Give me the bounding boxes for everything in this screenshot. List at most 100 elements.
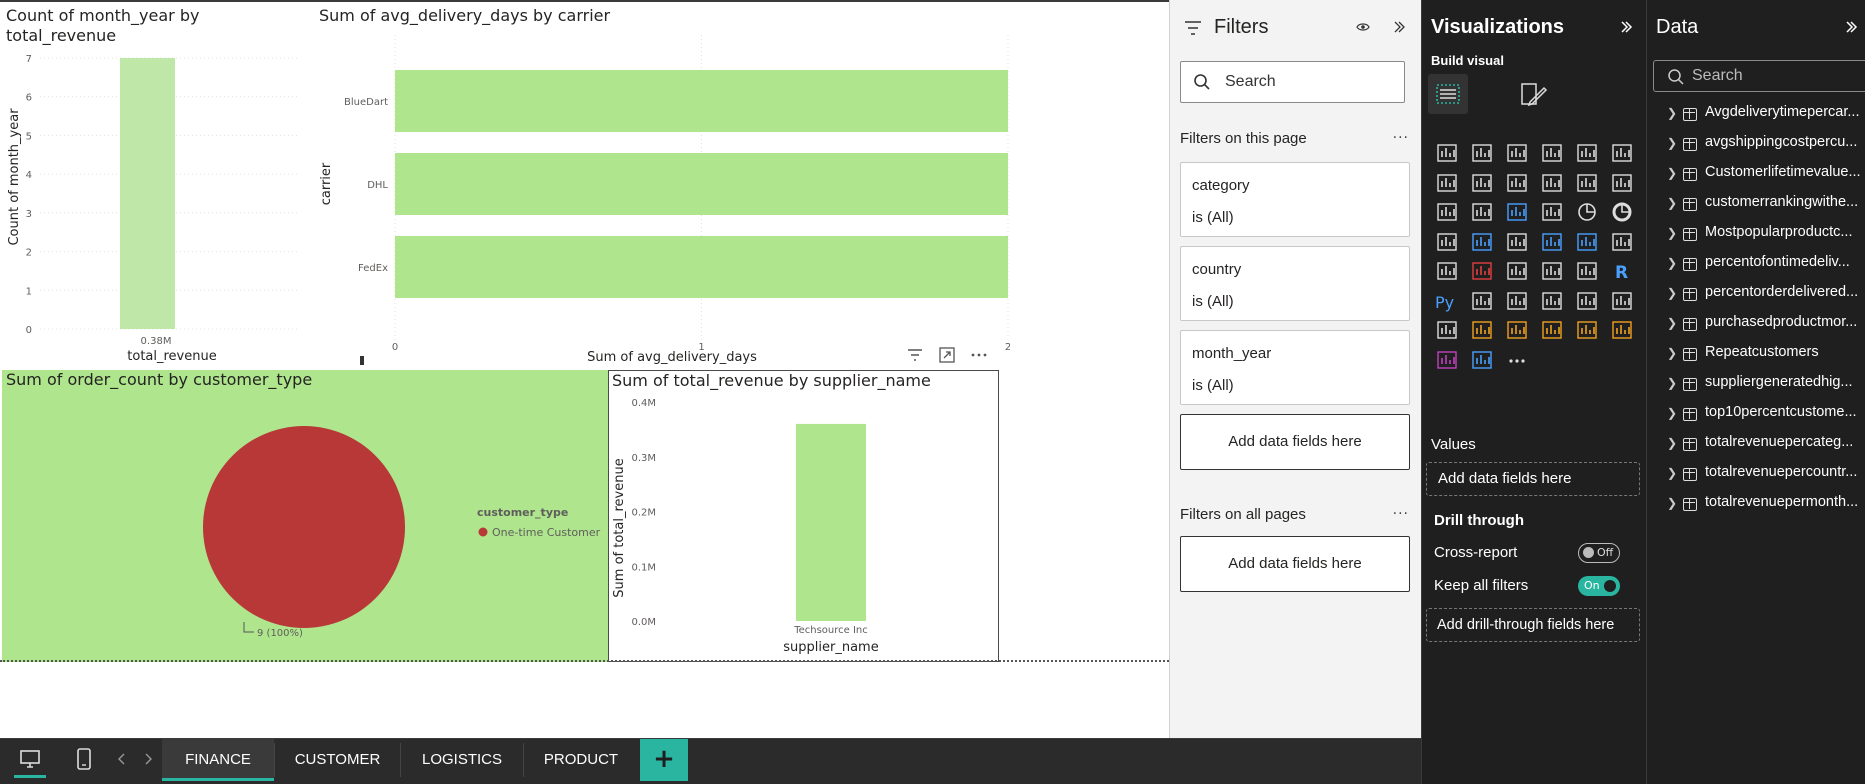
- area-chart-icon[interactable]: [1469, 170, 1495, 196]
- stacked-area-icon[interactable]: [1504, 170, 1530, 196]
- python-visual-icon[interactable]: Py: [1434, 288, 1460, 314]
- data-table-item[interactable]: ❯ avgshippingcostpercu...: [1647, 130, 1865, 160]
- tab-logistics[interactable]: LOGISTICS: [401, 739, 523, 781]
- filter-card-month-year[interactable]: month_year is (All): [1180, 330, 1410, 405]
- visual2-bar[interactable]: [395, 153, 1008, 215]
- focus-mode-icon[interactable]: [938, 346, 956, 364]
- visual2-bar[interactable]: [395, 70, 1008, 132]
- 100-percent-column-icon[interactable]: [1609, 140, 1635, 166]
- visual2-bar[interactable]: [395, 236, 1008, 298]
- slicer-icon[interactable]: [1504, 258, 1530, 284]
- tab-finance[interactable]: FINANCE: [162, 739, 274, 781]
- more-options-icon[interactable]: ···: [1393, 506, 1409, 522]
- map-icon[interactable]: [1469, 229, 1495, 255]
- values-dropzone[interactable]: Add data fields here: [1426, 462, 1640, 496]
- card-icon[interactable]: [1609, 229, 1635, 255]
- pie-chart-icon[interactable]: [1574, 199, 1600, 225]
- add-all-pages-filter-dropzone[interactable]: Add data fields here: [1180, 536, 1410, 592]
- filter-icon[interactable]: [906, 346, 924, 364]
- goals-icon[interactable]: [1609, 288, 1635, 314]
- data-table-item[interactable]: ❯ totalrevenuepercateg...: [1647, 430, 1865, 460]
- resize-handle[interactable]: [360, 356, 364, 365]
- more-visuals-icon[interactable]: [1504, 347, 1530, 373]
- visual4-bar[interactable]: [796, 423, 866, 621]
- funnel-chart-icon[interactable]: [1504, 199, 1530, 225]
- power-apps-icon[interactable]: [1469, 317, 1495, 343]
- filters-search-input[interactable]: Search: [1180, 61, 1405, 103]
- chevron-right-icon[interactable]: ❯: [1667, 496, 1677, 510]
- clustered-bar-chart-icon[interactable]: [1504, 140, 1530, 166]
- chevron-right-icon[interactable]: ❯: [1667, 346, 1677, 360]
- data-table-item[interactable]: ❯ percentofontimedeliv...: [1647, 250, 1865, 280]
- filter-card-category[interactable]: category is (All): [1180, 162, 1410, 237]
- r-visual-icon[interactable]: R: [1609, 258, 1635, 284]
- azure-map-icon[interactable]: [1539, 229, 1565, 255]
- data-table-item[interactable]: ❯ Mostpopularproductc...: [1647, 220, 1865, 250]
- donut-chart-icon[interactable]: [1609, 199, 1635, 225]
- collapse-pane-icon[interactable]: [1619, 20, 1633, 34]
- chevron-right-icon[interactable]: ❯: [1667, 166, 1677, 180]
- gauge-icon[interactable]: [1574, 229, 1600, 255]
- power-automate-icon[interactable]: [1504, 317, 1530, 343]
- smart-narrative-icon[interactable]: [1574, 288, 1600, 314]
- line-chart-icon[interactable]: [1434, 170, 1460, 196]
- data-table-item[interactable]: ❯ percentorderdelivered...: [1647, 280, 1865, 310]
- data-table-item[interactable]: ❯ purchasedproductmor...: [1647, 310, 1865, 340]
- chevron-right-icon[interactable]: ❯: [1667, 376, 1677, 390]
- chevron-right-icon[interactable]: ❯: [1667, 196, 1677, 210]
- key-influencers-icon[interactable]: [1469, 288, 1495, 314]
- table-icon[interactable]: [1539, 258, 1565, 284]
- data-table-item[interactable]: ❯ Customerlifetimevalue...: [1647, 160, 1865, 190]
- chevron-right-icon[interactable]: ❯: [1667, 226, 1677, 240]
- stacked-bar-chart-icon[interactable]: [1434, 140, 1460, 166]
- visual3-panel[interactable]: Sum of order_count by customer_type 9 (1…: [2, 370, 610, 662]
- scroll-right-icon[interactable]: [142, 752, 154, 766]
- filled-map-icon[interactable]: [1504, 229, 1530, 255]
- visual3-legend-item[interactable]: One-time Customer: [492, 526, 601, 539]
- add-page-button[interactable]: +: [640, 739, 688, 781]
- data-table-item[interactable]: ❯ totalrevenuepercountr...: [1647, 460, 1865, 490]
- treemap-icon[interactable]: [1434, 229, 1460, 255]
- custom-visual-1-icon[interactable]: [1539, 317, 1565, 343]
- scatter-chart-icon[interactable]: [1539, 199, 1565, 225]
- visual3-slice[interactable]: [203, 426, 405, 628]
- build-visual-tab[interactable]: [1428, 74, 1468, 114]
- filter-card-country[interactable]: country is (All): [1180, 246, 1410, 321]
- data-table-item[interactable]: ❯ customerrankingwithe...: [1647, 190, 1865, 220]
- data-table-item[interactable]: ❯ suppliergeneratedhig...: [1647, 370, 1865, 400]
- mobile-view-icon[interactable]: [74, 746, 94, 772]
- data-table-item[interactable]: ❯ Repeatcustomers: [1647, 340, 1865, 370]
- kpi-icon[interactable]: [1469, 258, 1495, 284]
- 100-percent-bar-icon[interactable]: [1574, 140, 1600, 166]
- collapse-pane-icon[interactable]: [1392, 20, 1406, 34]
- format-visual-icon[interactable]: [1518, 80, 1548, 110]
- keep-filters-toggle[interactable]: On: [1578, 576, 1620, 596]
- visual4-chart[interactable]: Sum of total_revenue 0.0M 0.1M 0.2M 0.3M 0.4…: [609, 371, 998, 661]
- paginated-report-icon[interactable]: [1434, 317, 1460, 343]
- cross-report-toggle[interactable]: Off: [1578, 543, 1620, 563]
- power-bi-icon[interactable]: [1469, 347, 1495, 373]
- more-options-icon[interactable]: [970, 346, 988, 364]
- stacked-column-chart-icon[interactable]: [1469, 140, 1495, 166]
- more-options-icon[interactable]: ···: [1393, 130, 1409, 146]
- chevron-right-icon[interactable]: ❯: [1667, 436, 1677, 450]
- tab-customer[interactable]: CUSTOMER: [275, 739, 400, 781]
- chevron-right-icon[interactable]: ❯: [1667, 466, 1677, 480]
- data-table-item[interactable]: ❯ Avgdeliverytimepercar...: [1647, 100, 1865, 130]
- collapse-pane-icon[interactable]: [1844, 20, 1858, 34]
- visual1-chart[interactable]: Count of month_year 0 1 2 3 4 5 6 7 0.38M total…: [0, 42, 310, 372]
- chevron-right-icon[interactable]: ❯: [1667, 316, 1677, 330]
- custom-visual-3-icon[interactable]: [1609, 317, 1635, 343]
- desktop-view-icon[interactable]: [18, 747, 42, 771]
- visual2-chart[interactable]: carrier BlueDartDHLFedEx 012 Sum of avg_…: [310, 30, 1010, 370]
- add-page-filter-dropzone[interactable]: Add data fields here: [1180, 414, 1410, 470]
- data-search-input[interactable]: Search: [1653, 60, 1865, 92]
- data-table-item[interactable]: ❯ top10percentcustome...: [1647, 400, 1865, 430]
- visual4-panel[interactable]: Sum of total_revenue by supplier_name Su…: [608, 370, 999, 662]
- line-stacked-column-icon[interactable]: [1609, 170, 1635, 196]
- ribbon-area-icon[interactable]: [1434, 199, 1460, 225]
- fabric-icon[interactable]: [1434, 347, 1460, 373]
- decomposition-tree-icon[interactable]: [1504, 288, 1530, 314]
- data-table-item[interactable]: ❯ totalrevenuepermonth...: [1647, 490, 1865, 520]
- visual1-bar[interactable]: [120, 58, 175, 329]
